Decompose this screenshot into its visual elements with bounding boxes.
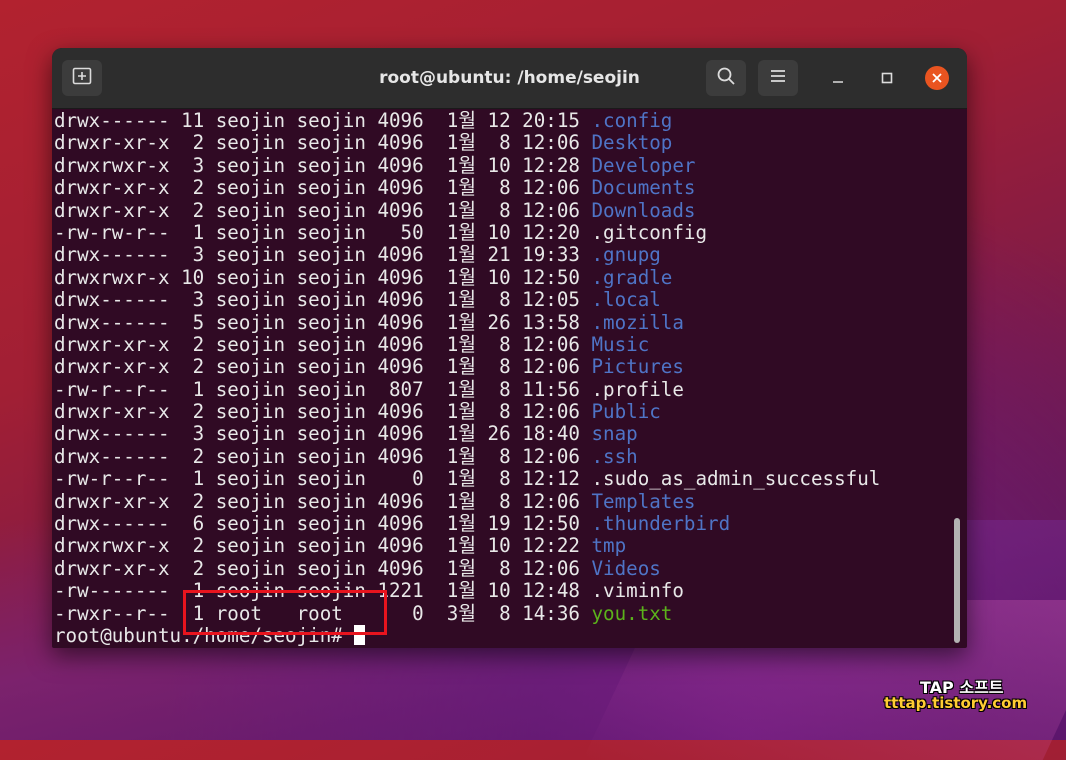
- listing-row: drwxrwxr-x 2 seojin seojin 4096 1월 10 12…: [54, 535, 949, 557]
- directory-name: .ssh: [591, 444, 638, 468]
- file-name: .sudo_as_admin_successful: [591, 467, 881, 491]
- listing-row: drwxrwxr-x 10 seojin seojin 4096 1월 10 1…: [54, 265, 949, 289]
- listing-row: drwxr-xr-x 2 seojin seojin 4096 1월 8 12:…: [54, 356, 949, 378]
- listing-row: drwxr-xr-x 2 seojin seojin 4096 1월 8 12:…: [54, 132, 949, 154]
- directory-name: Documents: [591, 176, 696, 200]
- directory-name: Pictures: [591, 355, 684, 379]
- file-meta: drwxr-xr-x 2 seojin seojin 4096 1월 8 12:…: [54, 332, 592, 356]
- red-highlight-box: [183, 590, 387, 635]
- directory-name: Templates: [591, 489, 696, 513]
- listing-row: drwx------ 3 seojin seojin 4096 1월 26 18…: [54, 423, 949, 445]
- new-tab-button[interactable]: [62, 60, 102, 96]
- listing-row: drwxr-xr-x 2 seojin seojin 4096 1월 8 12:…: [54, 332, 949, 356]
- directory-name: tmp: [591, 534, 627, 558]
- watermark-site: tttap.tistory.com: [884, 694, 1028, 712]
- listing-row: drwxrwxr-x 3 seojin seojin 4096 1월 10 12…: [54, 153, 949, 177]
- directory-name: .thunderbird: [591, 512, 731, 536]
- maximize-button[interactable]: [875, 66, 899, 90]
- file-meta: drwxrwxr-x 10 seojin seojin 4096 1월 10 1…: [54, 265, 592, 289]
- file-meta: -rw-r--r-- 1 seojin seojin 807 1월 8 11:5…: [54, 377, 592, 401]
- listing-row: drwx------ 2 seojin seojin 4096 1월 8 12:…: [54, 444, 949, 468]
- minimize-icon: [832, 69, 844, 88]
- file-meta: drwxr-xr-x 2 seojin seojin 4096 1월 8 12:…: [54, 355, 592, 379]
- listing-row: drwx------ 3 seojin seojin 4096 1월 8 12:…: [54, 288, 949, 312]
- new-tab-icon: [72, 67, 92, 89]
- search-icon: [716, 66, 736, 90]
- minimize-button[interactable]: [826, 66, 850, 90]
- file-meta: drwx------ 2 seojin seojin 4096 1월 8 12:…: [54, 444, 592, 468]
- maximize-icon: [881, 69, 893, 88]
- listing-row: drwxr-xr-x 2 seojin seojin 4096 1월 8 12:…: [54, 400, 949, 424]
- directory-name: Downloads: [591, 198, 696, 222]
- listing-row: -rw-rw-r-- 1 seojin seojin 50 1월 10 12:2…: [54, 220, 949, 244]
- file-meta: drwx------ 5 seojin seojin 4096 1월 26 13…: [54, 310, 592, 334]
- title-bar[interactable]: root@ubuntu: /home/seojin: [52, 48, 967, 109]
- menu-button[interactable]: [758, 60, 798, 96]
- directory-name: .gradle: [591, 265, 673, 289]
- directory-name: .local: [591, 288, 661, 312]
- listing-row: drwxr-xr-x 2 seojin seojin 4096 1월 8 12:…: [54, 489, 949, 513]
- file-meta: drwxr-xr-x 2 seojin seojin 4096 1월 8 12:…: [54, 400, 592, 424]
- close-button[interactable]: [925, 66, 949, 90]
- close-icon: [931, 69, 943, 88]
- directory-name: .gnupg: [591, 243, 661, 267]
- listing-row: drwx------ 5 seojin seojin 4096 1월 26 13…: [54, 310, 949, 334]
- file-meta: drwxr-xr-x 2 seojin seojin 4096 1월 8 12:…: [54, 198, 592, 222]
- directory-name: Videos: [591, 556, 661, 580]
- file-name: .viminfo: [591, 579, 684, 603]
- directory-name: .config: [591, 110, 673, 132]
- file-meta: -rw-rw-r-- 1 seojin seojin 50 1월 10 12:2…: [54, 220, 592, 244]
- file-meta: drwxr-xr-x 2 seojin seojin 4096 1월 8 12:…: [54, 176, 592, 200]
- directory-name: Desktop: [591, 131, 673, 155]
- terminal-window: root@ubuntu: /home/seojin drwx------ 11 …: [52, 48, 967, 648]
- listing-row: -rw-r--r-- 1 seojin seojin 807 1월 8 11:5…: [54, 377, 949, 401]
- file-meta: drwxrwxr-x 2 seojin seojin 4096 1월 10 12…: [54, 534, 592, 558]
- file-name: .gitconfig: [591, 220, 708, 244]
- directory-name: .mozilla: [591, 310, 684, 334]
- listing-row: drwxr-xr-x 2 seojin seojin 4096 1월 8 12:…: [54, 556, 949, 580]
- directory-name: snap: [591, 422, 638, 446]
- listing-row: drwxr-xr-x 2 seojin seojin 4096 1월 8 12:…: [54, 176, 949, 200]
- file-meta: drwxrwxr-x 3 seojin seojin 4096 1월 10 12…: [54, 153, 592, 177]
- file-meta: drwx------ 11 seojin seojin 4096 1월 12 2…: [54, 110, 592, 132]
- listing-row: drwx------ 3 seojin seojin 4096 1월 21 19…: [54, 244, 949, 266]
- file-meta: drwx------ 3 seojin seojin 4096 1월 21 19…: [54, 243, 592, 267]
- file-name: .profile: [591, 377, 684, 401]
- file-name: you.txt: [591, 601, 673, 625]
- directory-name: Music: [591, 332, 650, 356]
- scrollbar-thumb[interactable]: [954, 518, 960, 643]
- listing-row: drwx------ 11 seojin seojin 4096 1월 12 2…: [54, 110, 949, 132]
- file-meta: drwx------ 6 seojin seojin 4096 1월 19 12…: [54, 512, 592, 536]
- directory-name: Developer: [591, 153, 696, 177]
- file-meta: -rw-r--r-- 1 seojin seojin 0 1월 8 12:12: [54, 467, 592, 491]
- file-meta: drwxr-xr-x 2 seojin seojin 4096 1월 8 12:…: [54, 556, 592, 580]
- listing-row: drwx------ 6 seojin seojin 4096 1월 19 12…: [54, 512, 949, 536]
- terminal-output[interactable]: drwx------ 11 seojin seojin 4096 1월 12 2…: [54, 110, 949, 646]
- hamburger-menu-icon: [769, 68, 787, 88]
- listing-row: -rw-r--r-- 1 seojin seojin 0 1월 8 12:12 …: [54, 468, 949, 490]
- file-meta: drwx------ 3 seojin seojin 4096 1월 8 12:…: [54, 288, 592, 312]
- directory-name: Public: [591, 400, 661, 424]
- listing-row: drwxr-xr-x 2 seojin seojin 4096 1월 8 12:…: [54, 198, 949, 222]
- search-button[interactable]: [706, 60, 746, 96]
- file-meta: drwxr-xr-x 2 seojin seojin 4096 1월 8 12:…: [54, 131, 592, 155]
- file-meta: drwxr-xr-x 2 seojin seojin 4096 1월 8 12:…: [54, 489, 592, 513]
- file-meta: drwx------ 3 seojin seojin 4096 1월 26 18…: [54, 422, 592, 446]
